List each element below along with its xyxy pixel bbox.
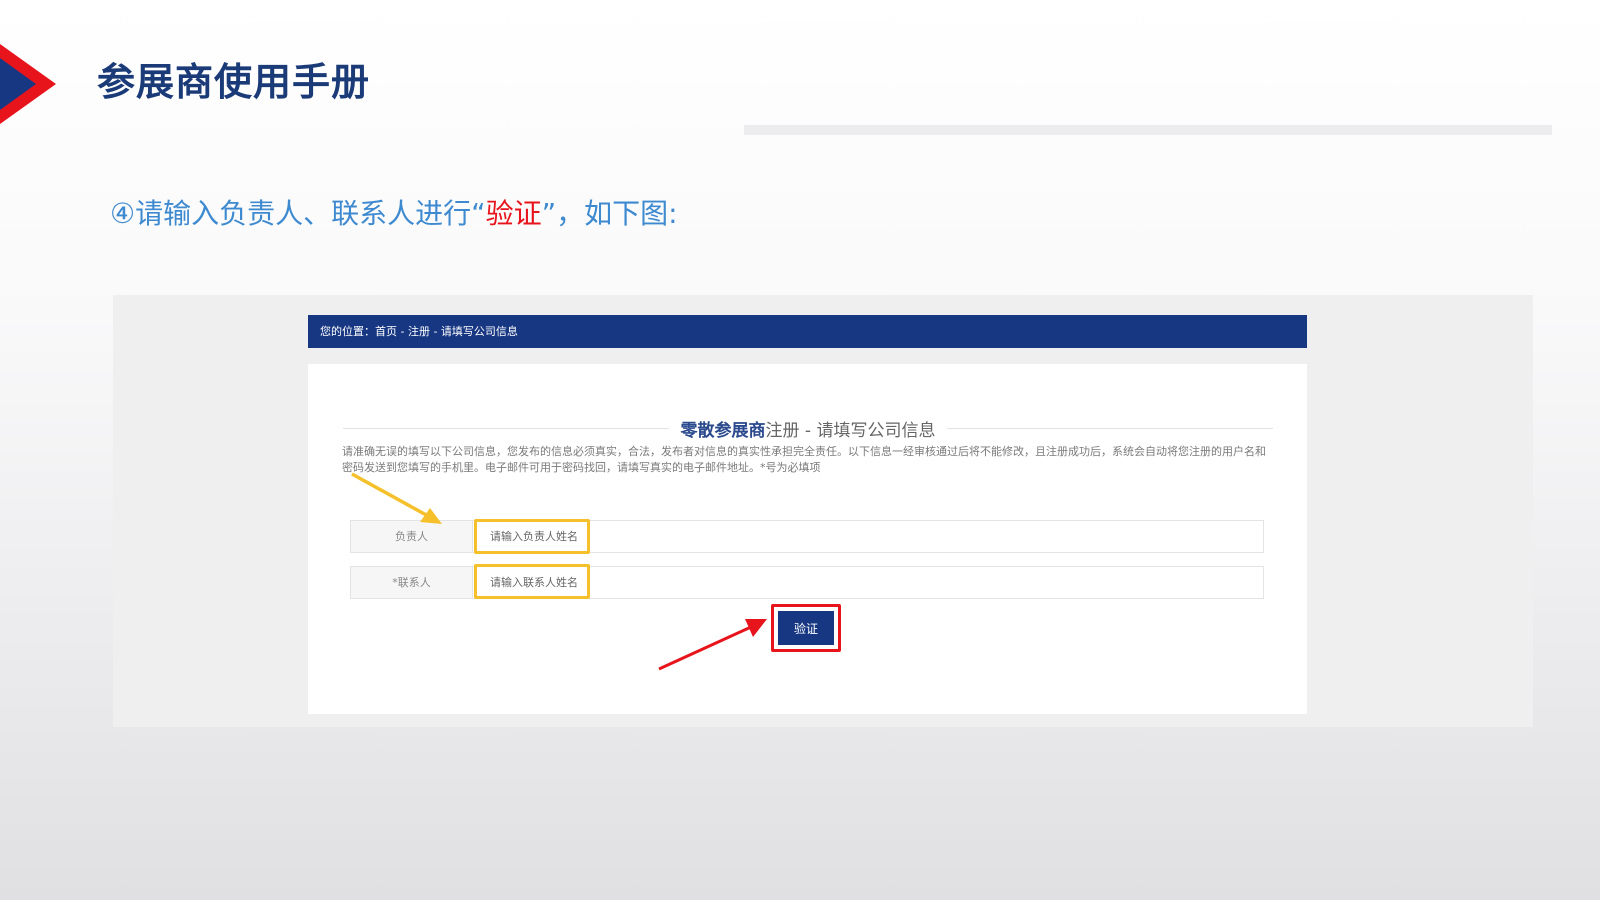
instruction-suffix: ”，如下图: bbox=[541, 197, 678, 230]
form-heading: 零散参展商注册 - 请填写公司信息 bbox=[343, 416, 1274, 441]
contact-name-input[interactable] bbox=[478, 568, 1258, 597]
breadcrumb-text[interactable]: 您的位置：首页 - 注册 - 请填写公司信息 bbox=[320, 325, 518, 338]
owner-label: 负责人 bbox=[351, 521, 473, 552]
form-title: 零散参展商注册 - 请填写公司信息 bbox=[669, 416, 948, 441]
contact-label: *联系人 bbox=[351, 567, 473, 598]
breadcrumb: 您的位置：首页 - 注册 - 请填写公司信息 bbox=[308, 315, 1307, 348]
chevron-logo-icon bbox=[0, 44, 56, 124]
heading-rule-right bbox=[947, 427, 1274, 429]
title-divider bbox=[744, 125, 1552, 135]
step-instruction: ④请输入负责人、联系人进行“验证”，如下图: bbox=[110, 194, 678, 234]
owner-name-input[interactable] bbox=[478, 522, 1258, 551]
form-notice: 请准确无误的填写以下公司信息，您发布的信息必须真实，合法，发布者对信息的真实性承… bbox=[342, 445, 1266, 474]
owner-row: 负责人 bbox=[350, 520, 1264, 553]
form-title-strong: 零散参展商 bbox=[680, 420, 766, 441]
slide-title: 参展商使用手册 bbox=[97, 60, 371, 104]
instruction-prefix: ④请输入负责人、联系人进行“ bbox=[110, 197, 486, 230]
registration-form-card: 零散参展商注册 - 请填写公司信息 请准确无误的填写以下公司信息，您发布的信息必… bbox=[308, 364, 1307, 714]
heading-rule-left bbox=[343, 427, 669, 429]
verify-button[interactable]: 验证 bbox=[778, 611, 834, 645]
instruction-highlight: 验证 bbox=[485, 197, 542, 230]
form-title-rest: 注册 - 请填写公司信息 bbox=[765, 420, 936, 441]
contact-row: *联系人 bbox=[350, 566, 1264, 599]
